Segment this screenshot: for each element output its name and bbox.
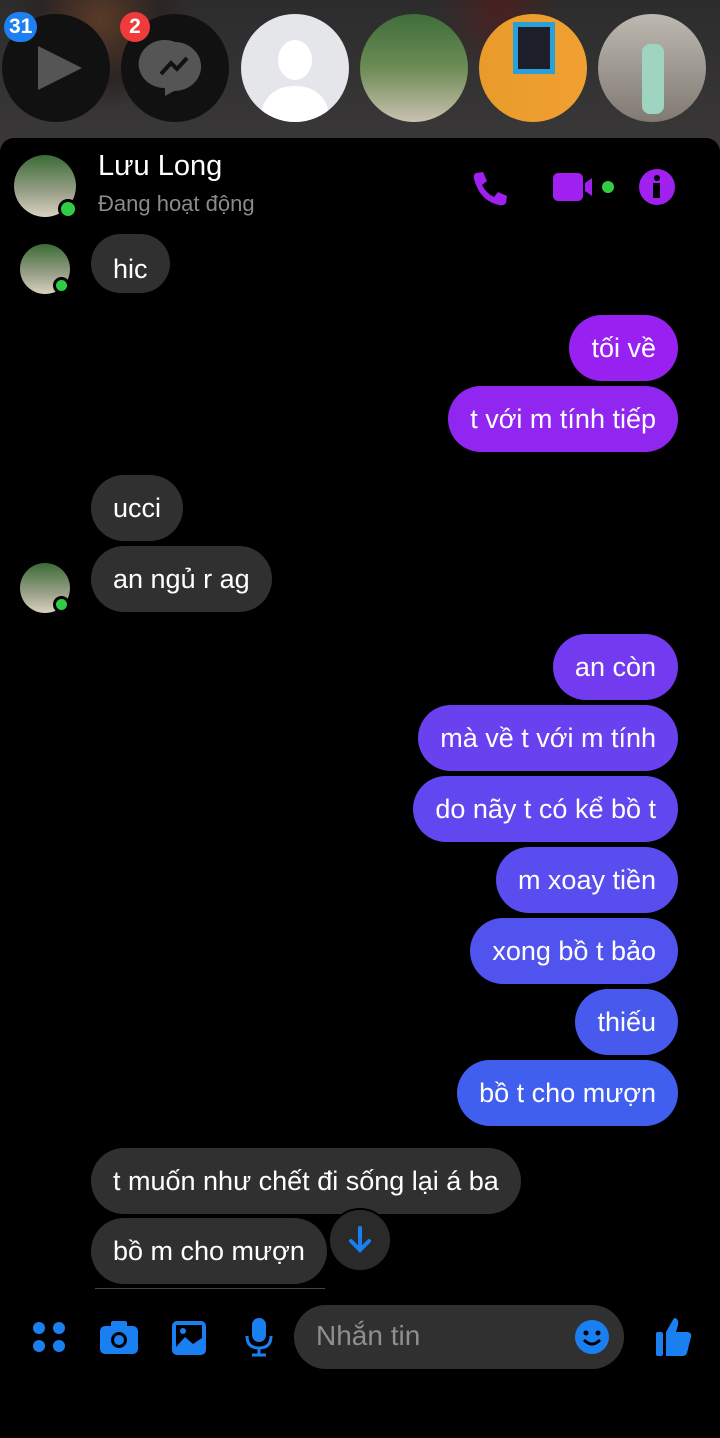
received-message[interactable]: hic bbox=[91, 234, 170, 293]
sent-message[interactable]: do nãy t có kể bồ t bbox=[413, 776, 678, 842]
contact-status: Đang hoạt động bbox=[98, 191, 255, 216]
sent-message[interactable]: xong bồ t bảo bbox=[470, 918, 678, 984]
scroll-to-bottom-button[interactable] bbox=[328, 1208, 392, 1272]
messenger-badge: 2 bbox=[120, 12, 150, 42]
online-indicator bbox=[53, 277, 70, 294]
sent-message[interactable]: m xoay tiền bbox=[495, 847, 678, 913]
received-message[interactable]: t muốn như chết đi sống lại á ba bbox=[91, 1148, 521, 1214]
emoji-icon[interactable] bbox=[574, 1319, 610, 1355]
divider bbox=[95, 1288, 325, 1289]
arrow-down-icon bbox=[349, 1226, 371, 1253]
video-badge: 31 bbox=[4, 12, 38, 42]
microphone-icon[interactable] bbox=[242, 1316, 276, 1358]
thumbs-up-icon[interactable] bbox=[654, 1314, 694, 1358]
sent-message[interactable]: mà về t với m tính bbox=[418, 705, 678, 771]
chat-head-hammock-photo[interactable] bbox=[360, 14, 468, 122]
received-message[interactable]: an ngủ r ag bbox=[91, 546, 272, 612]
chat-head-window-photo[interactable] bbox=[479, 14, 587, 122]
received-message[interactable]: ucci bbox=[91, 475, 184, 541]
camera-icon[interactable] bbox=[98, 1318, 140, 1358]
person-icon bbox=[259, 40, 331, 122]
chat-head-default-avatar[interactable] bbox=[241, 14, 349, 122]
gallery-icon[interactable] bbox=[170, 1318, 208, 1358]
chat-head-dress-photo[interactable] bbox=[598, 14, 706, 122]
sent-message[interactable]: tối về bbox=[569, 315, 678, 381]
menu-grid-icon[interactable] bbox=[30, 1318, 70, 1358]
contact-name[interactable]: Lưu Long bbox=[98, 150, 222, 183]
phone-icon[interactable] bbox=[468, 168, 508, 208]
info-icon[interactable] bbox=[638, 168, 676, 206]
video-call-icon[interactable] bbox=[550, 170, 620, 204]
message-input-placeholder: Nhắn tin bbox=[316, 1320, 421, 1351]
online-indicator bbox=[53, 596, 70, 613]
sent-message[interactable]: t với m tính tiếp bbox=[448, 386, 678, 452]
sent-message[interactable]: an còn bbox=[552, 634, 678, 700]
received-message[interactable]: bồ m cho mượn bbox=[91, 1218, 327, 1284]
message-input[interactable]: Nhắn tin bbox=[294, 1305, 624, 1369]
online-indicator bbox=[58, 199, 78, 219]
sent-message[interactable]: thiếu bbox=[575, 989, 678, 1055]
sent-message[interactable]: bồ t cho mượn bbox=[457, 1060, 678, 1126]
